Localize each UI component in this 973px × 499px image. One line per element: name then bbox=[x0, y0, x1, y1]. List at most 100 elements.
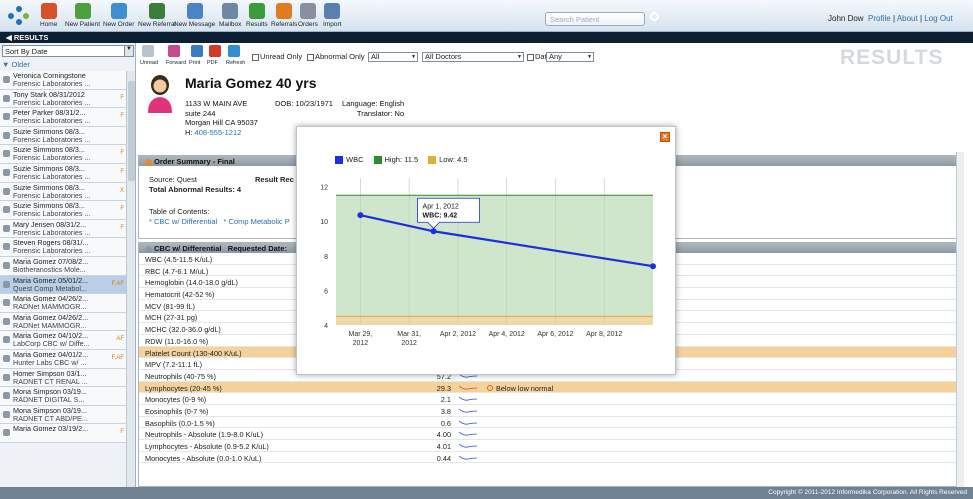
cbc-result-row[interactable]: Monocytes - Absolute (0.0-1.0 K/uL) 0.44 bbox=[139, 452, 963, 464]
cbc-result-row[interactable]: Lymphocytes (20-45 %) 29.3 Below low norma… bbox=[139, 381, 963, 394]
trend-sparkline[interactable] bbox=[459, 420, 477, 426]
result-list-item[interactable]: Suzie Simmons 08/3... Forensic Laboratori… bbox=[0, 201, 126, 220]
cbc-result-row[interactable]: Basophils (0.0-1.5 %) 0.6 bbox=[139, 417, 963, 429]
date-select-value: Any bbox=[549, 52, 562, 61]
trend-sparkline[interactable] bbox=[459, 431, 477, 437]
date-select[interactable]: Any ▼ bbox=[546, 52, 594, 62]
toc-link-cmp[interactable]: * Comp Metabolic P bbox=[223, 217, 289, 226]
result-list-item[interactable]: Suzie Simmons 08/3... Forensic Laboratori… bbox=[0, 163, 126, 183]
result-list-item[interactable]: Suzie Simmons 08/3... Forensic Laboratori… bbox=[0, 145, 126, 164]
result-list-item[interactable]: Veronica Corningstone Forensic Laboratori… bbox=[0, 71, 126, 90]
x-tick-label: 2012 bbox=[401, 340, 417, 347]
sort-select[interactable]: Sort By Date ▼ bbox=[2, 45, 134, 57]
result-item-subtitle: Quest Comp Metabol... bbox=[13, 283, 87, 293]
cbc-result-row[interactable]: Neutrophils - Absolute (1.9-8.0 K/uL) 4.0… bbox=[139, 428, 963, 440]
filter-all-select[interactable]: All ▼ bbox=[368, 52, 418, 62]
total-abnormal: Total Abnormal Results: 4 bbox=[149, 184, 242, 194]
result-list-item[interactable]: Suzie Simmons 08/3... Forensic Laboratori… bbox=[0, 126, 126, 146]
result-list-item[interactable]: Maria Gomez 04/26/2... RADNet MAMMOGR... bbox=[0, 312, 126, 332]
result-list-item[interactable]: Mona Simpson 03/19... RADNET CT ABD/PE... bbox=[0, 405, 126, 425]
cbc-result-row[interactable]: Monocytes (0-9 %) 2.1 bbox=[139, 393, 963, 405]
forward-icon[interactable] bbox=[168, 45, 180, 57]
result-list-item[interactable]: Homer Simpson 03/1... RADNET CT RENAL ... bbox=[0, 368, 126, 388]
toolbar-new-patient-button[interactable]: New Patient bbox=[65, 2, 100, 31]
print-icon[interactable] bbox=[191, 45, 203, 57]
result-list-item[interactable]: Peter Parker 08/31/2... Forensic Laborato… bbox=[0, 108, 126, 127]
toc-label: Table of Contents: bbox=[149, 207, 210, 216]
search-patient-input[interactable]: Search Patient bbox=[545, 12, 645, 26]
refresh-icon[interactable] bbox=[228, 45, 240, 57]
results-list-scrollbar[interactable] bbox=[126, 71, 135, 491]
abnormal-only-checkbox[interactable]: Abnormal Only bbox=[307, 52, 365, 61]
test-name: MCHC (32.0-36.0 g/dL) bbox=[145, 325, 221, 335]
test-value: 29.3 bbox=[436, 383, 451, 393]
result-list-item[interactable]: Maria Gomez 03/19/2... F bbox=[0, 424, 126, 443]
toolbar-new-referral-button[interactable]: New Referral bbox=[138, 2, 176, 31]
doctor-select[interactable]: All Doctors ▼ bbox=[422, 52, 524, 62]
cbc-result-row[interactable]: Lymphocytes - Absolute (0.9-5.2 K/uL) 4.0… bbox=[139, 440, 963, 452]
test-value: 4.01 bbox=[436, 442, 451, 451]
toolbar-home-button[interactable]: Home bbox=[40, 2, 57, 31]
older-toggle[interactable]: ▼ Older bbox=[2, 60, 134, 70]
test-name: MCH (27-31 pg) bbox=[145, 313, 198, 323]
result-list-item[interactable]: Maria Gomez 07/08/2... Biotheranostics Mo… bbox=[0, 256, 126, 276]
patient-translator: Translator: No bbox=[356, 108, 405, 118]
cbc-result-row[interactable]: Eosinophils (0-7 %) 3.8 bbox=[139, 405, 963, 417]
chevron-down-icon[interactable]: ▼ bbox=[124, 46, 133, 56]
toc-link-cbc[interactable]: * CBC w/ Differential bbox=[149, 217, 217, 226]
logout-link[interactable]: Log Out bbox=[924, 14, 952, 23]
result-type-icon bbox=[3, 131, 10, 139]
result-item-subtitle: RADNET CT ABD/PE... bbox=[13, 413, 88, 423]
orders-icon bbox=[299, 3, 316, 19]
unread-button-label[interactable]: Unread bbox=[140, 60, 158, 66]
profile-link[interactable]: Profile bbox=[868, 14, 891, 23]
forward-button-label[interactable]: Forward bbox=[166, 60, 186, 66]
patient-language-block: Language: English Translator: No bbox=[342, 99, 404, 118]
unread-only-checkbox[interactable]: Unread Only bbox=[252, 52, 302, 61]
unread-icon[interactable] bbox=[142, 45, 154, 57]
result-list-item[interactable]: Steven Rogers 08/31/... Forensic Laborato… bbox=[0, 238, 126, 257]
main-scrollbar[interactable] bbox=[956, 152, 964, 492]
app-logo-icon[interactable] bbox=[8, 6, 30, 26]
trend-sparkline[interactable] bbox=[459, 443, 477, 449]
toolbar-button-label: New Message bbox=[174, 21, 216, 28]
result-list-item[interactable]: Maria Gomez 04/26/2... RADNet MAMMOGR... bbox=[0, 294, 126, 313]
pdf-button-label[interactable]: PDF bbox=[207, 60, 218, 66]
result-type-icon bbox=[3, 336, 10, 344]
result-type-icon bbox=[3, 317, 10, 325]
collapse-icon[interactable]: ◀ bbox=[6, 33, 12, 42]
trend-sparkline[interactable] bbox=[459, 385, 477, 391]
toolbar-results-button[interactable]: Results bbox=[246, 2, 268, 31]
result-list-item[interactable]: Mary Jensen 08/31/2... Forensic Laborator… bbox=[0, 219, 126, 239]
refresh-button-label[interactable]: Refresh bbox=[226, 60, 245, 66]
wbc-data-point bbox=[430, 228, 437, 235]
result-list-item[interactable]: Mona Simpson 03/19... RADNET DIGITAL S... bbox=[0, 387, 126, 406]
result-list-item[interactable]: Maria Gomez 04/01/2... Hunter Labs CBC w/… bbox=[0, 349, 126, 369]
toolbar-new-order-button[interactable]: New Order bbox=[103, 2, 134, 31]
phone-link[interactable]: 408-555-1212 bbox=[195, 128, 242, 137]
trend-sparkline[interactable] bbox=[459, 455, 477, 461]
wbc-data-point bbox=[357, 212, 364, 219]
results-watermark: RESULTS bbox=[840, 46, 944, 69]
toolbar-new-message-button[interactable]: New Message bbox=[174, 2, 215, 31]
home-icon bbox=[40, 3, 57, 19]
y-tick-label: 12 bbox=[320, 185, 328, 192]
result-list-item[interactable]: Maria Gomez 04/10/2... LabCorp CBC w/ Dif… bbox=[0, 331, 126, 350]
toolbar-referrals-button[interactable]: Referrals bbox=[271, 2, 297, 31]
result-list-item[interactable]: Tony Stark 08/31/2012 Forensic Laboratori… bbox=[0, 89, 126, 109]
x-tick-label: Apr 2, 2012 bbox=[440, 331, 476, 338]
trend-sparkline[interactable] bbox=[459, 408, 477, 414]
test-name: Neutrophils (40-75 %) bbox=[145, 371, 216, 381]
result-list-item[interactable]: Maria Gomez 05/01/2... Quest Comp Metabol… bbox=[0, 275, 126, 295]
about-link[interactable]: About bbox=[897, 14, 918, 23]
test-value: 0.6 bbox=[440, 418, 451, 428]
trend-sparkline[interactable] bbox=[459, 396, 477, 402]
print-button-label[interactable]: Print bbox=[189, 60, 200, 66]
toolbar-import-button[interactable]: Import bbox=[323, 2, 341, 31]
toolbar-orders-button[interactable]: Orders bbox=[298, 2, 318, 31]
toolbar-mailbox-button[interactable]: Mailbox bbox=[219, 2, 241, 31]
result-list-item[interactable]: Suzie Simmons 08/3... Forensic Laboratori… bbox=[0, 182, 126, 202]
pdf-icon[interactable] bbox=[209, 45, 221, 57]
new-message-icon bbox=[186, 3, 203, 19]
search-icon[interactable] bbox=[650, 12, 659, 21]
